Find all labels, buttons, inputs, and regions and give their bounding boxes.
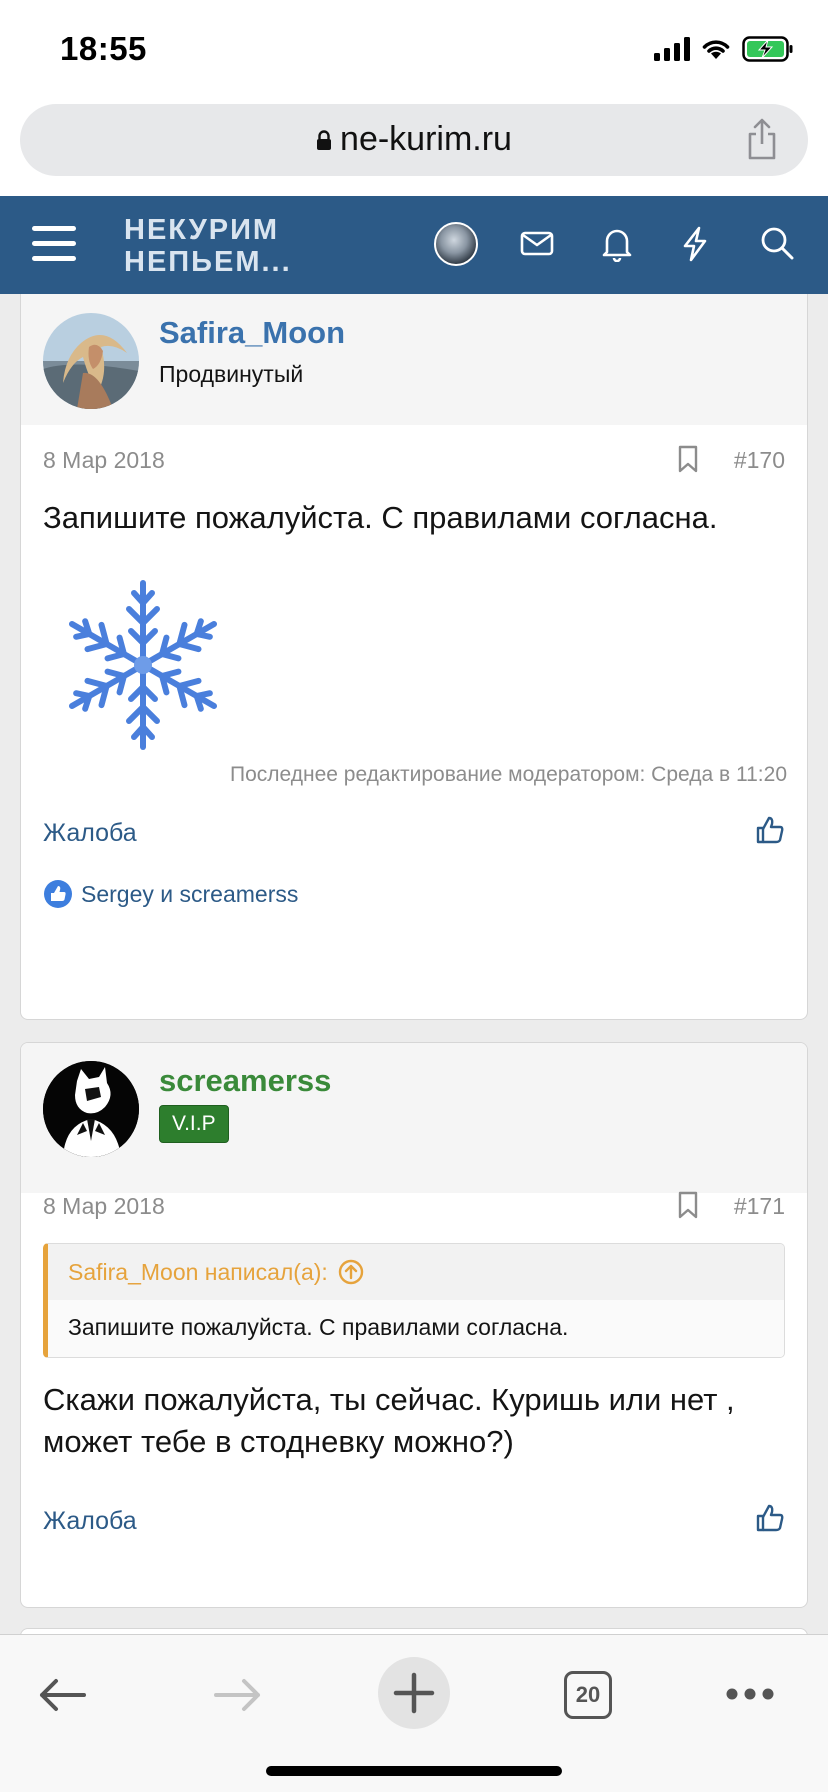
bell-icon[interactable]	[600, 226, 634, 262]
post-date[interactable]: 8 Мар 2018	[43, 447, 165, 474]
avatar[interactable]	[43, 1061, 139, 1157]
search-icon[interactable]	[760, 226, 794, 260]
new-tab-button[interactable]	[378, 1657, 450, 1729]
reactions-bar[interactable]: Sergey и screamerss	[43, 879, 298, 909]
username[interactable]: screamerss	[159, 1063, 331, 1099]
forward-button[interactable]	[214, 1677, 262, 1713]
share-button[interactable]	[746, 118, 778, 160]
site-logo[interactable]: НЕКУРИМ НЕПЬЕМ...	[124, 214, 292, 278]
quote-header[interactable]: Safira_Moon написал(а):	[48, 1244, 784, 1300]
site-header: НЕКУРИМ НЕПЬЕМ...	[0, 196, 828, 294]
post-user-block: screamerss V.I.P	[21, 1043, 807, 1193]
url-display[interactable]: ne-kurim.ru	[20, 120, 808, 159]
battery-charging-icon	[742, 36, 794, 62]
logo-line-2: НЕПЬЕМ...	[124, 246, 292, 278]
thread-content: Safira_Moon Продвинутый 8 Мар 2018 #170 …	[0, 294, 828, 1634]
bookmark-icon[interactable]	[677, 1191, 699, 1219]
status-bar: 18:55	[0, 0, 828, 96]
back-button[interactable]	[38, 1677, 86, 1713]
avatar[interactable]	[43, 313, 139, 409]
vip-badge: V.I.P	[159, 1105, 229, 1143]
clock: 18:55	[60, 30, 147, 67]
post-170: Safira_Moon Продвинутый 8 Мар 2018 #170 …	[20, 294, 808, 1020]
edited-note: Последнее редактирование модератором: Ср…	[229, 763, 787, 786]
quote-text: Запишите пожалуйста. С правилами согласн…	[48, 1300, 784, 1357]
status-icons	[654, 36, 794, 62]
tabs-button[interactable]: 20	[564, 1671, 612, 1719]
like-button[interactable]	[755, 1503, 785, 1533]
inbox-icon[interactable]	[520, 226, 554, 260]
lock-icon	[316, 129, 332, 151]
snowflake-image	[61, 575, 225, 755]
logo-line-1: НЕКУРИМ	[124, 214, 280, 246]
post-date[interactable]: 8 Мар 2018	[43, 1193, 165, 1220]
bolt-icon[interactable]	[680, 226, 710, 262]
arrow-up-circle-icon[interactable]	[338, 1259, 364, 1285]
address-bar[interactable]: ne-kurim.ru	[20, 104, 808, 176]
like-reaction-icon	[43, 879, 73, 909]
post-text: Скажи пожалуйста, ты сейчас. Куришь или …	[43, 1382, 735, 1459]
like-button[interactable]	[755, 815, 785, 845]
post-user-block: Safira_Moon Продвинутый	[21, 294, 807, 425]
quote-block: Safira_Moon написал(а): Запишите пожалуй…	[43, 1243, 785, 1358]
bookmark-icon[interactable]	[677, 445, 699, 473]
signal-icon	[654, 37, 690, 61]
user-title: Продвинутый	[159, 361, 304, 387]
post-number[interactable]: #170	[734, 447, 785, 474]
post-171: screamerss V.I.P 8 Мар 2018 #171 Safira_…	[20, 1042, 808, 1608]
url-text: ne-kurim.ru	[340, 120, 512, 158]
wifi-icon	[700, 37, 732, 61]
report-link[interactable]: Жалоба	[43, 819, 137, 848]
more-icon[interactable]	[726, 1687, 774, 1701]
username[interactable]: Safira_Moon	[159, 315, 345, 351]
post-number[interactable]: #171	[734, 1193, 785, 1220]
home-indicator	[266, 1766, 562, 1776]
reactions-users[interactable]: Sergey и screamerss	[81, 881, 298, 908]
report-link[interactable]: Жалоба	[43, 1507, 137, 1536]
post-text: Запишите пожалуйста. С правилами согласн…	[43, 500, 718, 535]
quote-author[interactable]: Safira_Moon написал(а):	[68, 1259, 328, 1286]
menu-icon[interactable]	[32, 224, 76, 264]
user-avatar[interactable]	[434, 222, 478, 266]
